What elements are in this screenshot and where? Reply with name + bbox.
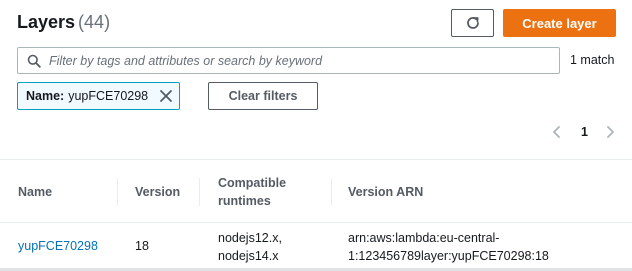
table-header — [0, 160, 632, 223]
layer-version: 18 — [135, 239, 149, 253]
title-text: Layers — [17, 12, 76, 32]
clear-filters-button[interactable]: Clear filters — [208, 82, 318, 110]
page-title: Layers (44) — [17, 12, 110, 33]
table-header-divider — [0, 222, 632, 223]
search-icon — [27, 54, 41, 68]
col-header-runtimes-line2: runtimes — [218, 194, 271, 208]
layer-arn: arn:aws:lambda:eu-central- 1:123456789la… — [348, 229, 549, 265]
column-divider — [199, 178, 200, 206]
refresh-icon — [466, 17, 479, 29]
search-input[interactable]: Filter by tags and attributes or search … — [17, 47, 560, 74]
col-header-name[interactable]: Name — [18, 183, 52, 201]
refresh-button[interactable] — [451, 9, 494, 37]
create-layer-button[interactable]: Create layer — [503, 9, 616, 37]
match-count: 1 match — [570, 53, 615, 67]
current-page[interactable]: 1 — [581, 125, 588, 139]
chevron-left-icon[interactable] — [551, 124, 563, 140]
col-header-version[interactable]: Version — [135, 183, 180, 201]
arn-line1: arn:aws:lambda:eu-central- — [348, 231, 500, 245]
token-key: Name: — [26, 89, 65, 103]
runtime-line2: nodejs14.x — [218, 249, 279, 263]
arn-line2: 1:123456789layer:yupFCE70298:18 — [348, 249, 549, 263]
layer-name-link[interactable]: yupFCE70298 — [18, 237, 98, 255]
runtime-line1: nodejs12.x, — [218, 231, 282, 245]
col-header-runtimes[interactable]: Compatible runtimes — [218, 174, 286, 210]
layer-count: (44) — [78, 12, 111, 32]
chevron-right-icon[interactable] — [604, 124, 616, 140]
close-icon[interactable] — [159, 89, 173, 103]
layer-runtimes: nodejs12.x, nodejs14.x — [218, 229, 282, 265]
column-divider — [331, 178, 332, 206]
filter-token: Name: yupFCE70298 — [17, 82, 180, 110]
col-header-arn[interactable]: Version ARN — [348, 183, 423, 201]
token-value: yupFCE70298 — [68, 89, 149, 103]
col-header-runtimes-line1: Compatible — [218, 176, 287, 190]
column-divider — [117, 178, 118, 206]
search-placeholder: Filter by tags and attributes or search … — [49, 53, 323, 68]
